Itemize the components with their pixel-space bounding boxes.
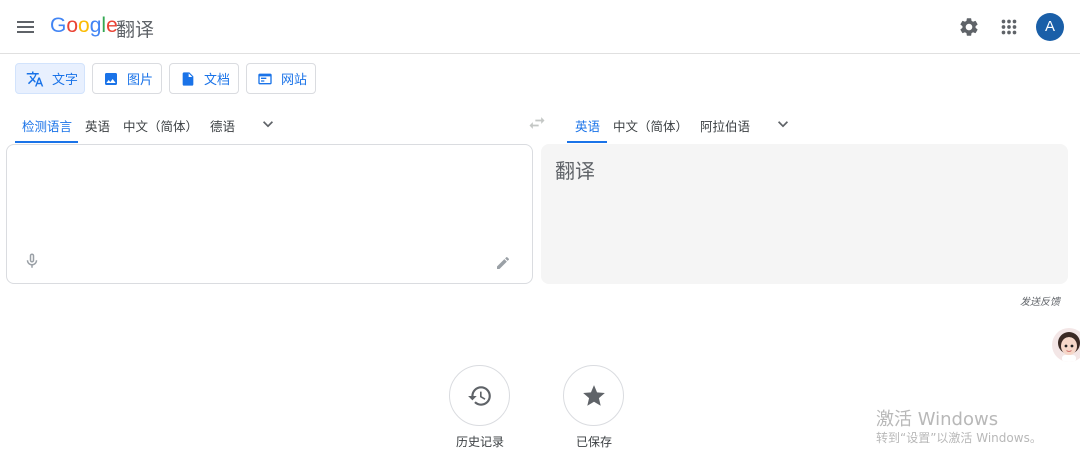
image-icon — [105, 72, 117, 85]
assistant-avatar[interactable] — [1052, 328, 1080, 362]
website-icon — [258, 73, 272, 84]
source-lang-chinese-simplified[interactable]: 中文（简体） — [123, 116, 198, 135]
google-logo[interactable]: Google — [50, 14, 118, 38]
target-lang-selected-indicator — [567, 141, 607, 143]
windows-activation-title: 激活 Windows — [876, 409, 999, 430]
chevron-down-icon[interactable] — [258, 114, 278, 134]
microphone-icon[interactable] — [23, 251, 41, 271]
target-lang-chinese-simplified[interactable]: 中文（简体） — [613, 116, 688, 135]
top-bar: Google 翻译 A — [0, 0, 1080, 54]
star-icon — [582, 384, 605, 406]
document-icon — [182, 71, 194, 86]
tab-label: 网站 — [281, 73, 308, 88]
settings-gear-icon[interactable] — [958, 16, 980, 38]
windows-activation-subtitle: 转到“设置”以激活 Windows。 — [876, 431, 1042, 445]
apps-grid-icon[interactable] — [998, 16, 1020, 38]
history-button[interactable] — [449, 365, 510, 426]
translation-output-panel: 翻译 — [541, 144, 1068, 284]
tab-website[interactable]: 网站 — [246, 63, 316, 94]
tab-document[interactable]: 文档 — [169, 63, 239, 94]
target-lang-arabic[interactable]: 阿拉伯语 — [700, 116, 750, 135]
target-lang-english[interactable]: 英语 — [575, 116, 600, 135]
source-lang-english[interactable]: 英语 — [85, 116, 110, 135]
tab-image[interactable]: 图片 — [92, 63, 162, 94]
saved-button[interactable] — [563, 365, 624, 426]
send-feedback-link[interactable]: 发送反馈 — [1020, 293, 1060, 308]
tab-label: 文字 — [52, 73, 79, 88]
source-lang-german[interactable]: 德语 — [210, 116, 235, 135]
tab-label: 图片 — [127, 73, 154, 88]
source-lang-selected-indicator — [15, 141, 78, 143]
product-title[interactable]: 翻译 — [116, 15, 154, 42]
history-icon — [467, 385, 491, 406]
handwriting-pencil-icon[interactable] — [495, 255, 511, 271]
text-translate-icon — [26, 71, 44, 86]
history-label: 历史记录 — [455, 435, 504, 449]
logo-letter: o — [66, 14, 79, 37]
chevron-down-icon[interactable] — [773, 114, 793, 134]
account-avatar[interactable]: A — [1036, 13, 1064, 41]
tab-label: 文档 — [204, 73, 231, 88]
saved-label: 已保存 — [575, 435, 612, 449]
source-text-panel — [6, 144, 533, 284]
source-lang-detect[interactable]: 检测语言 — [22, 116, 72, 135]
source-text-input[interactable] — [21, 157, 511, 237]
translation-placeholder: 翻译 — [555, 159, 595, 183]
menu-icon[interactable] — [15, 16, 37, 38]
logo-letter: G — [50, 14, 67, 37]
logo-letter: o — [78, 14, 90, 37]
tab-text[interactable]: 文字 — [15, 63, 85, 94]
swap-languages-icon[interactable] — [527, 113, 547, 133]
logo-letter: g — [89, 14, 102, 37]
